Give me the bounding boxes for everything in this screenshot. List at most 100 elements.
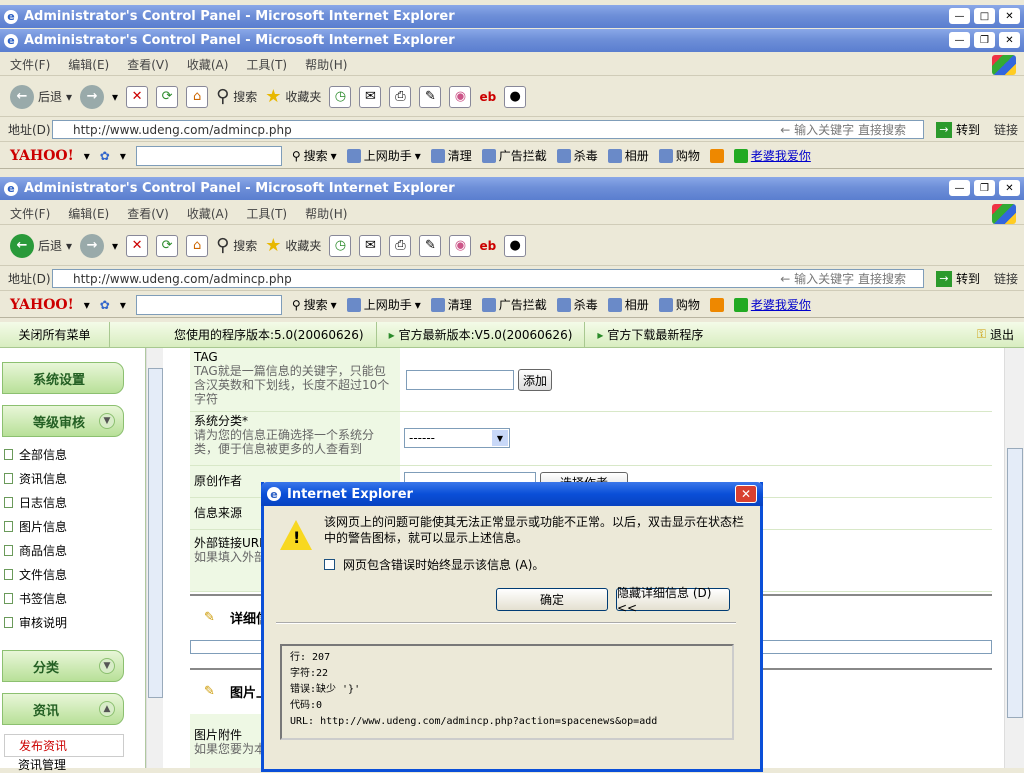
hide-details-button[interactable]: 隐藏详细信息 (D) << bbox=[616, 586, 730, 615]
history-icon[interactable]: ◷ bbox=[329, 85, 352, 108]
menu-tools[interactable]: 工具(T) bbox=[246, 205, 287, 222]
minimize-button[interactable]: — bbox=[949, 180, 970, 196]
sidebar-item-goods[interactable]: 商品信息 bbox=[4, 542, 67, 559]
links-button[interactable]: 链接 bbox=[994, 121, 1018, 138]
album-button[interactable]: 相册 bbox=[607, 296, 649, 313]
ebay-icon[interactable]: eb bbox=[479, 239, 496, 253]
yahoo-logo[interactable]: YAHOO! bbox=[10, 148, 74, 164]
menu-help[interactable]: 帮助(H) bbox=[305, 205, 347, 222]
qq-icon[interactable]: ● bbox=[504, 234, 527, 257]
antivirus-button[interactable]: 杀毒 bbox=[556, 296, 598, 313]
rss-button[interactable] bbox=[709, 297, 724, 312]
menu-file[interactable]: 文件(F) bbox=[10, 205, 50, 222]
always-show-checkbox[interactable]: 网页包含错误时始终显示该信息 (A)。 bbox=[324, 556, 544, 573]
minimize-button[interactable]: — bbox=[949, 32, 970, 48]
clean-button[interactable]: 清理 bbox=[430, 147, 472, 164]
mail-icon[interactable]: ✉ bbox=[359, 85, 382, 108]
restore-button[interactable]: ❐ bbox=[974, 180, 995, 196]
sidebar-item-files[interactable]: 文件信息 bbox=[4, 566, 67, 583]
close-button[interactable]: ✕ bbox=[999, 180, 1020, 196]
sidebar-group-audit[interactable]: 等级审核 ▼ bbox=[2, 405, 124, 437]
go-button[interactable]: → 转到 bbox=[935, 270, 980, 287]
sidebar-item-blog[interactable]: 日志信息 bbox=[4, 494, 67, 511]
sidebar-item-news[interactable]: 资讯信息 bbox=[4, 470, 67, 487]
sidebar-group-category[interactable]: 分类 ▼ bbox=[2, 650, 124, 682]
history-icon[interactable]: ◷ bbox=[329, 234, 352, 257]
rss-button[interactable] bbox=[709, 148, 724, 163]
flower-icon[interactable]: ✿ bbox=[100, 149, 110, 163]
custom-link[interactable]: 老婆我爱你 bbox=[733, 147, 811, 164]
logout-button[interactable]: ⚿ 退出 bbox=[977, 326, 1014, 343]
close-button[interactable]: ✕ bbox=[999, 8, 1020, 24]
album-button[interactable]: 相册 bbox=[607, 147, 649, 164]
shop-button[interactable]: 购物 bbox=[658, 147, 700, 164]
yahoo-search-button[interactable]: ⚲ 搜索 ▾ bbox=[292, 147, 337, 164]
chevron-down-icon[interactable]: ▼ bbox=[99, 658, 115, 674]
search-button[interactable]: ⚲ 搜索 bbox=[216, 235, 257, 256]
back-button[interactable]: ← 后退 ▾ bbox=[10, 84, 72, 109]
close-all-menus-button[interactable]: 关闭所有菜单 bbox=[0, 322, 110, 347]
helper-button[interactable]: 上网助手 ▾ bbox=[346, 147, 421, 164]
go-button[interactable]: → 转到 bbox=[935, 121, 980, 138]
ok-button[interactable]: 确定 bbox=[496, 588, 608, 611]
custom-link[interactable]: 老婆我爱你 bbox=[733, 296, 811, 313]
sidebar-item-images[interactable]: 图片信息 bbox=[4, 518, 67, 535]
refresh-icon[interactable]: ⟳ bbox=[156, 85, 179, 108]
pig-icon[interactable]: ◉ bbox=[449, 234, 472, 257]
sidebar-item-audit-help[interactable]: 审核说明 bbox=[4, 614, 67, 631]
helper-button[interactable]: 上网助手 ▾ bbox=[346, 296, 421, 313]
menu-edit[interactable]: 编辑(E) bbox=[68, 205, 109, 222]
minimize-button[interactable]: — bbox=[949, 8, 970, 24]
favorites-button[interactable]: ★ 收藏夹 bbox=[265, 86, 321, 107]
menu-favorites[interactable]: 收藏(A) bbox=[187, 205, 229, 222]
edit-icon[interactable]: ✎ bbox=[419, 234, 442, 257]
chevron-down-icon[interactable]: ▼ bbox=[99, 413, 115, 429]
forward-button[interactable]: → bbox=[80, 84, 105, 109]
edit-icon[interactable]: ✎ bbox=[419, 85, 442, 108]
qq-icon[interactable]: ● bbox=[504, 85, 527, 108]
sidebar-group-news[interactable]: 资讯 ▲ bbox=[2, 693, 124, 725]
links-button[interactable]: 链接 bbox=[994, 270, 1018, 287]
ebay-icon[interactable]: eb bbox=[479, 90, 496, 104]
chevron-up-icon[interactable]: ▲ bbox=[99, 701, 115, 717]
mail-icon[interactable]: ✉ bbox=[359, 234, 382, 257]
add-tag-button[interactable]: 添加 bbox=[518, 369, 552, 391]
menu-view[interactable]: 查看(V) bbox=[127, 205, 169, 222]
main-scrollbar[interactable] bbox=[1004, 348, 1024, 768]
yahoo-search-button[interactable]: ⚲ 搜索 ▾ bbox=[292, 296, 337, 313]
sidebar-item-manage[interactable]: 资讯管理 bbox=[4, 756, 66, 773]
checkbox-box[interactable] bbox=[324, 559, 335, 570]
adblock-button[interactable]: 广告拦截 bbox=[481, 296, 547, 313]
search-button[interactable]: ⚲ 搜索 bbox=[216, 86, 257, 107]
refresh-icon[interactable]: ⟳ bbox=[156, 234, 179, 257]
favorites-button[interactable]: ★ 收藏夹 bbox=[265, 235, 321, 256]
yahoo-logo[interactable]: YAHOO! bbox=[10, 297, 74, 313]
maximize-button[interactable]: □ bbox=[974, 8, 995, 24]
menu-favorites[interactable]: 收藏(A) bbox=[187, 56, 229, 73]
yahoo-search-input[interactable] bbox=[135, 294, 282, 315]
close-button[interactable]: ✕ bbox=[999, 32, 1020, 48]
sidebar-item-publish[interactable]: 发布资讯 bbox=[4, 734, 124, 757]
menu-help[interactable]: 帮助(H) bbox=[305, 56, 347, 73]
flower-icon[interactable]: ✿ bbox=[100, 298, 110, 312]
back-button[interactable]: ← 后退 ▾ bbox=[10, 233, 72, 258]
scroll-thumb[interactable] bbox=[1007, 448, 1023, 718]
adblock-button[interactable]: 广告拦截 bbox=[481, 147, 547, 164]
stop-icon[interactable]: ✕ bbox=[126, 85, 149, 108]
stop-icon[interactable]: ✕ bbox=[126, 234, 149, 257]
clean-button[interactable]: 清理 bbox=[430, 296, 472, 313]
yahoo-search-input[interactable] bbox=[135, 145, 282, 166]
shop-button[interactable]: 购物 bbox=[658, 296, 700, 313]
print-icon[interactable]: ⎙ bbox=[389, 85, 412, 108]
print-icon[interactable]: ⎙ bbox=[389, 234, 412, 257]
home-icon[interactable]: ⌂ bbox=[186, 234, 209, 257]
forward-button[interactable]: → bbox=[80, 233, 105, 258]
menu-tools[interactable]: 工具(T) bbox=[246, 56, 287, 73]
sidebar-item-all[interactable]: 全部信息 bbox=[4, 446, 67, 463]
menu-file[interactable]: 文件(F) bbox=[10, 56, 50, 73]
menu-view[interactable]: 查看(V) bbox=[127, 56, 169, 73]
sidebar-scrollbar[interactable] bbox=[146, 348, 163, 768]
pig-icon[interactable]: ◉ bbox=[449, 85, 472, 108]
scroll-thumb[interactable] bbox=[148, 368, 163, 698]
dialog-close-button[interactable]: ✕ bbox=[735, 485, 757, 503]
